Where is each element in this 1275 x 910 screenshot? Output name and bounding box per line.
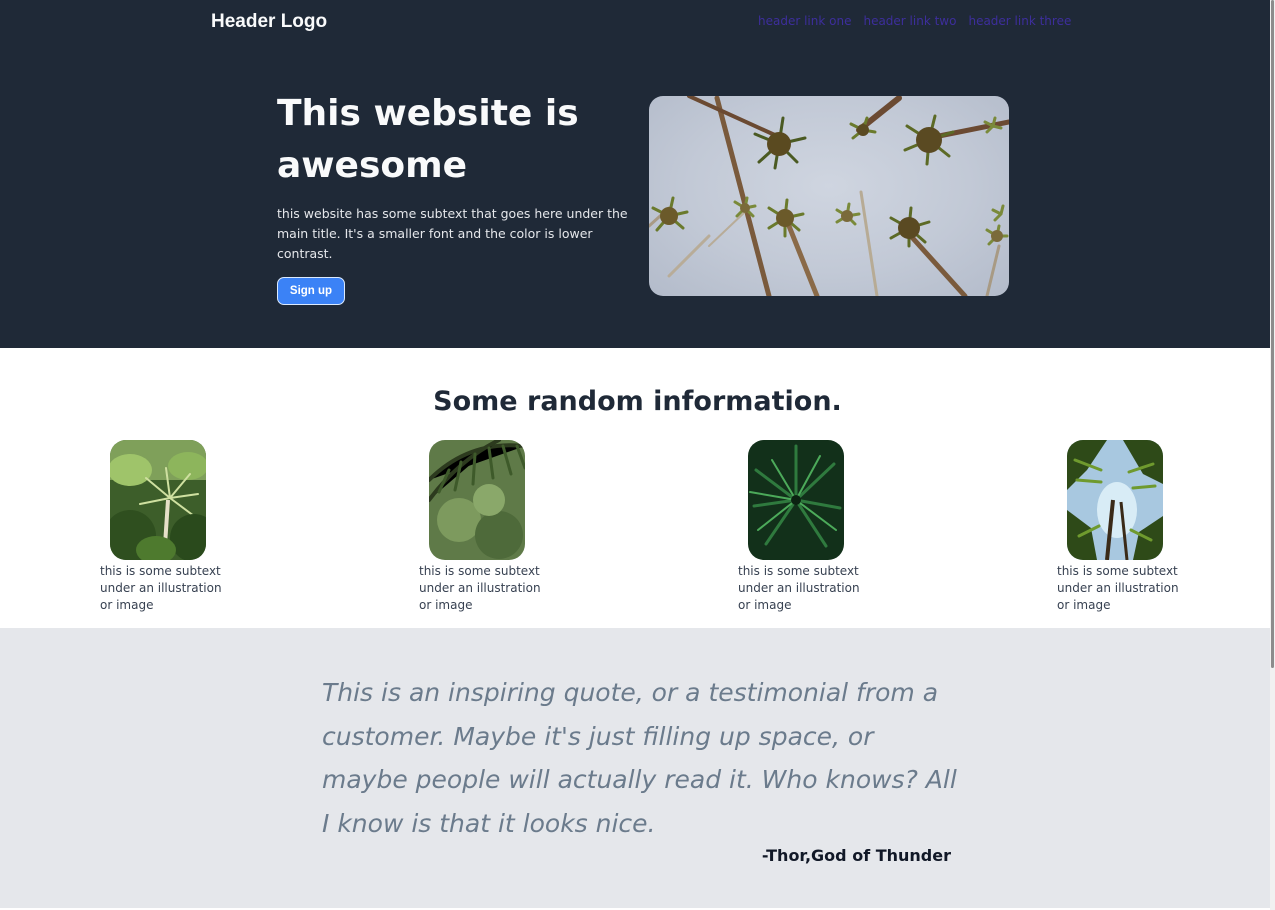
header-logo[interactable]: Header Logo: [211, 10, 327, 34]
scrollbar-thumb[interactable]: [1271, 0, 1274, 668]
hero-subtext: this website has some subtext that goes …: [277, 206, 628, 261]
header-link-two[interactable]: header link two: [863, 13, 956, 29]
card-image: [1067, 440, 1163, 560]
card-caption: this is some subtext under an illustrati…: [100, 564, 222, 612]
quote-author: -Thor,God of Thunder: [761, 846, 951, 865]
info-title: Some random information.: [433, 386, 842, 417]
card-caption: this is some subtext under an illustrati…: [738, 564, 860, 612]
card-image: [110, 440, 206, 560]
hero-section: [0, 0, 1270, 348]
hero-title: This website is awesome: [277, 93, 579, 186]
page-scrollbar[interactable]: [1270, 0, 1275, 910]
info-card: this is some subtext under an illustrati…: [1057, 440, 1187, 614]
info-card: this is some subtext under an illustrati…: [100, 440, 230, 614]
header-nav: header link one header link two header l…: [758, 13, 1071, 29]
card-image: [429, 440, 525, 560]
card-caption: this is some subtext under an illustrati…: [1057, 564, 1179, 612]
card-image: [748, 440, 844, 560]
signup-button[interactable]: Sign up: [277, 277, 345, 305]
testimonial-quote: This is an inspiring quote, or a testimo…: [322, 678, 957, 838]
header-link-three[interactable]: header link three: [968, 13, 1071, 29]
info-card: this is some subtext under an illustrati…: [738, 440, 868, 614]
info-card: this is some subtext under an illustrati…: [419, 440, 549, 614]
card-caption: this is some subtext under an illustrati…: [419, 564, 541, 612]
header-link-one[interactable]: header link one: [758, 13, 851, 29]
hero-image: [649, 96, 1009, 296]
